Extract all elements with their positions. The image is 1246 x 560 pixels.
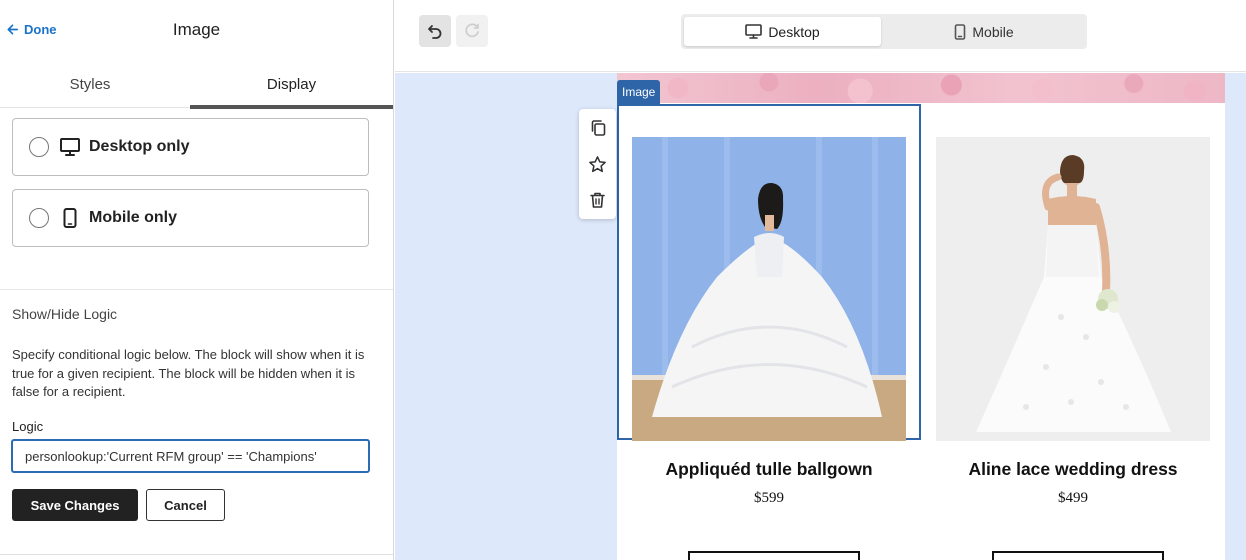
copy-icon [591,120,605,136]
save-block-button[interactable] [579,146,616,182]
star-icon [589,155,606,172]
settings-tabs: Styles Display [0,62,393,109]
tab-display[interactable]: Display [190,62,393,108]
panel-bottom-divider [0,554,393,555]
desktop-icon [745,24,763,39]
trash-icon [590,192,605,208]
undo-icon [428,25,442,39]
active-tab-indicator [190,105,393,109]
selected-block-tag: Image [617,80,661,104]
panel-title: Image [172,20,221,39]
product-price-2: $499 [1058,490,1088,506]
panel-header: Done Image [0,0,393,62]
mobile-only-radio[interactable] [29,208,49,228]
redo-button[interactable] [456,15,488,47]
logic-input[interactable] [11,439,370,473]
canvas-scrollbar[interactable] [1225,73,1246,560]
desktop-only-radio[interactable] [29,137,49,157]
desktop-only-label: Desktop only [89,138,190,155]
duplicate-block-button[interactable] [579,110,616,146]
product-cta-button-1[interactable] [688,551,860,560]
desktop-only-option[interactable]: Desktop only [12,118,369,176]
logic-description: Specify conditional logic below. The blo… [12,347,365,400]
block-settings-panel: Done Image Styles Display Desktop only M… [0,0,394,560]
desktop-view-label: Desktop [768,23,820,40]
undo-button[interactable] [419,15,451,47]
preview-toolbar: Desktop Mobile [395,0,1246,72]
block-actions-toolbar [579,109,616,219]
redo-icon [465,23,479,38]
logic-field-label: Logic [12,419,44,434]
product-image-ballgown[interactable] [632,137,906,441]
cancel-button[interactable]: Cancel [146,489,225,521]
product-cta-button-2[interactable] [992,551,1164,560]
mobile-icon [59,207,81,229]
floral-header-image[interactable] [617,73,1225,103]
product-image-lace-dress[interactable] [936,137,1210,441]
section-divider [0,289,393,290]
product-name-1: Appliquéd tulle ballgown [665,459,873,479]
mobile-view-label: Mobile [972,23,1014,40]
mobile-view-button[interactable]: Mobile [885,17,1083,46]
mobile-only-option[interactable]: Mobile only [12,189,369,247]
tab-styles[interactable]: Styles [0,62,180,108]
mobile-only-label: Mobile only [89,209,177,226]
product-price-1: $599 [754,490,784,506]
delete-block-button[interactable] [579,182,616,218]
save-changes-button[interactable]: Save Changes [12,489,138,521]
device-toggle: Desktop Mobile [681,14,1087,49]
desktop-icon [59,136,81,158]
email-preview-area: Desktop Mobile Image Appliquéd tulle bal… [395,0,1246,560]
product-name-2: Aline lace wedding dress [968,459,1178,479]
mobile-icon [955,23,966,40]
desktop-view-button[interactable]: Desktop [684,17,881,46]
logic-section-heading: Show/Hide Logic [12,306,118,322]
